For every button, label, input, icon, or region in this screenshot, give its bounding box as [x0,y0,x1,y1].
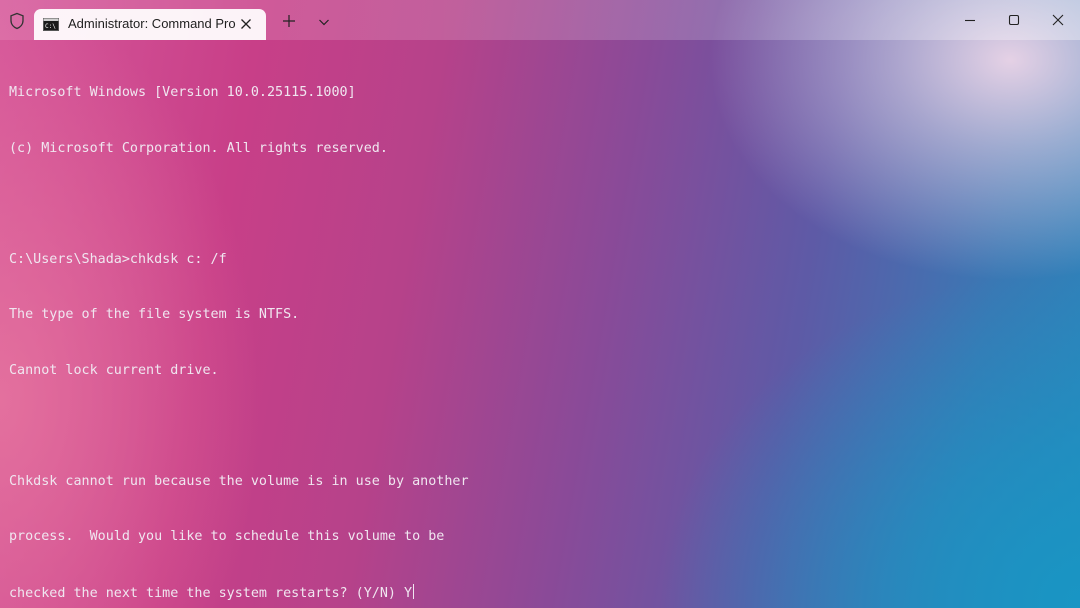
plus-icon[interactable] [282,14,296,28]
tab-command-prompt[interactable]: C:\ Administrator: Command Pro [34,9,266,40]
title-bar: C:\ Administrator: Command Pro [0,0,1080,40]
terminal-line: Chkdsk cannot run because the volume is … [9,473,469,489]
terminal-line: The type of the file system is NTFS. [9,307,300,322]
shield-icon [10,12,24,30]
command-prompt-icon: C:\ [43,18,59,31]
minimize-icon[interactable] [960,10,980,30]
text-cursor [413,583,415,599]
terminal-line: C:\Users\Shada>chkdsk c: /f [9,251,227,267]
terminal-line-text: checked the next time the system restart… [9,585,413,601]
svg-text:C:\: C:\ [45,23,56,30]
close-icon[interactable] [238,16,254,32]
chevron-down-icon[interactable] [318,17,330,27]
tab-title: Administrator: Command Pro [68,16,236,31]
maximize-icon[interactable] [1004,10,1024,30]
close-icon[interactable] [1048,10,1068,30]
terminal-window: C:\ Administrator: Command Pro Microsoft… [0,0,1080,608]
terminal-input-line[interactable]: checked the next time the system restart… [9,583,1069,603]
terminal-line: Microsoft Windows [Version 10.0.25115.10… [9,85,356,100]
terminal-line: process. Would you like to schedule this… [9,529,445,544]
terminal-line: (c) Microsoft Corporation. All rights re… [9,140,388,156]
terminal-line: Cannot lock current drive. [9,362,219,378]
terminal-output[interactable]: Microsoft Windows [Version 10.0.25115.10… [9,47,1069,601]
